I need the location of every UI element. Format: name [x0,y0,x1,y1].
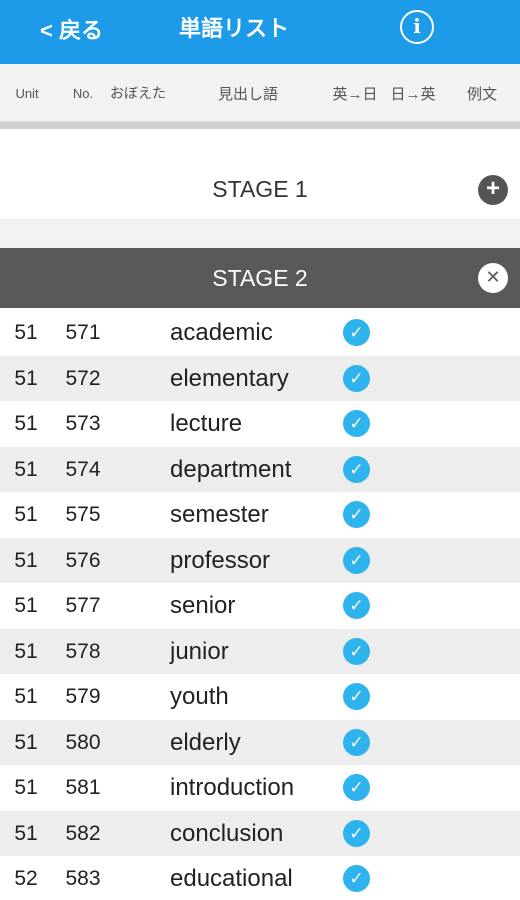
number-cell: 578 [65,639,101,663]
column-header-example: 例文 [466,85,497,103]
stage-2-header[interactable]: STAGE 2 ✕ [0,248,520,308]
header-divider [0,122,520,129]
check-circle-icon[interactable]: ✓ [343,410,370,437]
section-gap [0,220,520,248]
table-row[interactable]: 51 578 junior ✓ [0,628,520,674]
unit-cell: 51 [14,639,38,663]
headword-cell: youth [170,683,229,710]
unit-cell: 51 [14,366,38,390]
number-cell: 580 [65,730,101,754]
close-circle-icon[interactable]: ✕ [478,263,508,293]
number-cell: 583 [65,867,101,890]
check-circle-icon[interactable]: ✓ [343,865,370,892]
check-circle-icon[interactable]: ✓ [343,501,370,528]
number-cell: 571 [65,321,101,344]
table-row[interactable]: 51 575 semester ✓ [0,492,520,538]
info-icon[interactable]: i [400,10,434,44]
stage-1-label: STAGE 1 [212,176,308,202]
headword-cell: semester [170,501,269,528]
column-header-memorized: おぼえた [110,85,166,101]
check-circle-icon[interactable]: ✓ [343,819,370,847]
table-row[interactable]: 52 583 educational ✓ [0,856,520,900]
word-list: 51 571 academic ✓ 51 572 elementary ✓ 51 573 lectu… [0,310,520,900]
headword-cell: junior [170,637,229,665]
table-row[interactable]: 51 581 introduction ✓ [0,765,520,811]
number-cell: 574 [65,457,101,481]
table-row[interactable]: 51 582 conclusion ✓ [0,810,520,856]
check-circle-icon[interactable]: ✓ [343,683,370,710]
check-circle-icon[interactable]: ✓ [343,455,370,483]
unit-cell: 51 [14,503,38,526]
table-row[interactable]: 51 573 lecture ✓ [0,401,520,447]
unit-cell: 51 [14,457,38,481]
plus-circle-icon[interactable]: + [478,175,508,205]
check-circle-icon[interactable]: ✓ [343,592,370,619]
headword-cell: introduction [170,774,295,801]
headword-cell: lecture [170,410,243,437]
table-row[interactable]: 51 577 senior ✓ [0,583,520,629]
number-cell: 581 [65,776,101,799]
headword-cell: elderly [170,728,241,756]
headword-cell: conclusion [170,819,284,847]
number-cell: 573 [65,412,101,435]
table-row[interactable]: 51 580 elderly ✓ [0,719,520,765]
headword-cell: academic [170,319,273,346]
headword-cell: elementary [170,364,289,392]
number-cell: 577 [65,594,101,617]
column-header-unit: Unit [15,85,39,101]
check-circle-icon[interactable]: ✓ [343,319,370,346]
check-circle-icon[interactable]: ✓ [343,728,370,756]
unit-cell: 51 [14,730,38,754]
navigation-bar: < 戻る 単語リスト i [0,0,520,64]
unit-cell: 51 [14,685,38,708]
unit-cell: 51 [14,321,38,344]
unit-cell: 51 [14,412,38,435]
column-header-row: Unit No. おぼえた 見出し語 英→日 日→英 例文 [0,64,520,122]
number-cell: 582 [65,821,101,845]
unit-cell: 51 [14,548,38,572]
check-circle-icon[interactable]: ✓ [343,637,370,665]
column-header-no: No. [72,85,94,101]
page-title: 単語リスト [178,16,289,41]
number-cell: 576 [65,548,101,572]
number-cell: 575 [65,503,101,526]
number-cell: 579 [65,685,101,708]
column-header-en-to-ja: 英→日 [332,85,378,103]
headword-cell: senior [170,592,236,619]
stage-1-header[interactable]: STAGE 1 [0,158,520,220]
check-circle-icon[interactable]: ✓ [343,774,370,801]
headword-cell: professor [170,546,271,574]
check-circle-icon[interactable]: ✓ [343,546,370,574]
table-row[interactable]: 51 579 youth ✓ [0,674,520,720]
column-header-headword: 見出し語 [217,85,278,103]
unit-cell: 51 [14,594,38,617]
table-row[interactable]: 51 571 academic ✓ [0,310,520,356]
number-cell: 572 [65,366,101,390]
table-row[interactable]: 51 572 elementary ✓ [0,355,520,401]
check-circle-icon[interactable]: ✓ [343,364,370,392]
stage-2-label: STAGE 2 [212,265,308,291]
table-row[interactable]: 51 576 professor ✓ [0,537,520,583]
unit-cell: 51 [14,776,38,799]
headword-cell: educational [170,865,293,892]
unit-cell: 51 [14,821,38,845]
table-row[interactable]: 51 574 department ✓ [0,446,520,492]
column-header-ja-to-en: 日→英 [390,85,436,103]
headword-cell: department [170,455,292,483]
unit-cell: 52 [14,867,38,890]
